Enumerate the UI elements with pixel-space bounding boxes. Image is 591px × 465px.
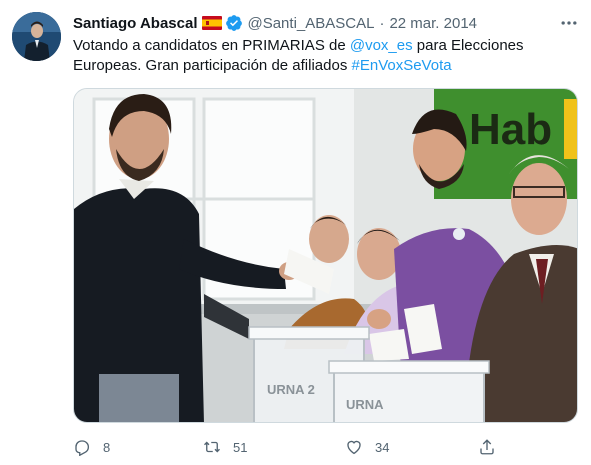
banner-text: Hab	[469, 105, 552, 154]
like-count: 34	[375, 439, 390, 455]
tweet-text: Votando a candidatos en PRIMARIAS de @vo…	[73, 36, 573, 76]
avatar[interactable]	[12, 12, 61, 61]
reply-button[interactable]: 8	[73, 436, 110, 458]
retweet-count: 51	[233, 439, 248, 455]
author-handle[interactable]: @Santi_ABASCAL	[247, 15, 374, 32]
tweet-header: Santiago Abascal @Santi_ABASCAL · 22 mar…	[73, 13, 477, 33]
share-icon	[480, 439, 494, 455]
mention-link[interactable]: @vox_es	[350, 37, 413, 54]
tweet-card[interactable]: Santiago Abascal @Santi_ABASCAL · 22 mar…	[0, 0, 591, 465]
reply-count: 8	[103, 439, 111, 455]
like-button[interactable]: 34	[345, 436, 389, 458]
retweet-button[interactable]: 51	[203, 436, 247, 458]
author-name[interactable]: Santiago Abascal	[73, 15, 197, 32]
verified-badge-icon	[225, 14, 243, 32]
tweet-date[interactable]: 22 mar. 2014	[389, 15, 477, 32]
more-options-button[interactable]	[558, 12, 580, 34]
ellipsis-icon	[561, 21, 577, 25]
reply-icon	[75, 440, 90, 456]
heart-icon	[347, 440, 361, 455]
share-button[interactable]	[478, 436, 496, 458]
header-separator: ·	[379, 14, 385, 32]
retweet-icon	[204, 441, 220, 453]
tweet-actions: 8 51 34	[73, 436, 503, 458]
ballot-box-label-1: URNA 2	[267, 382, 315, 397]
tweet-photo[interactable]: Hab URNA 2 URNA	[73, 88, 578, 423]
spain-flag-icon	[202, 16, 223, 30]
hashtag-link[interactable]: #EnVoxSeVota	[352, 57, 452, 74]
ballot-box-label-2: URNA	[346, 397, 384, 412]
tweet-text-part: Votando a candidatos en PRIMARIAS de	[73, 37, 350, 54]
